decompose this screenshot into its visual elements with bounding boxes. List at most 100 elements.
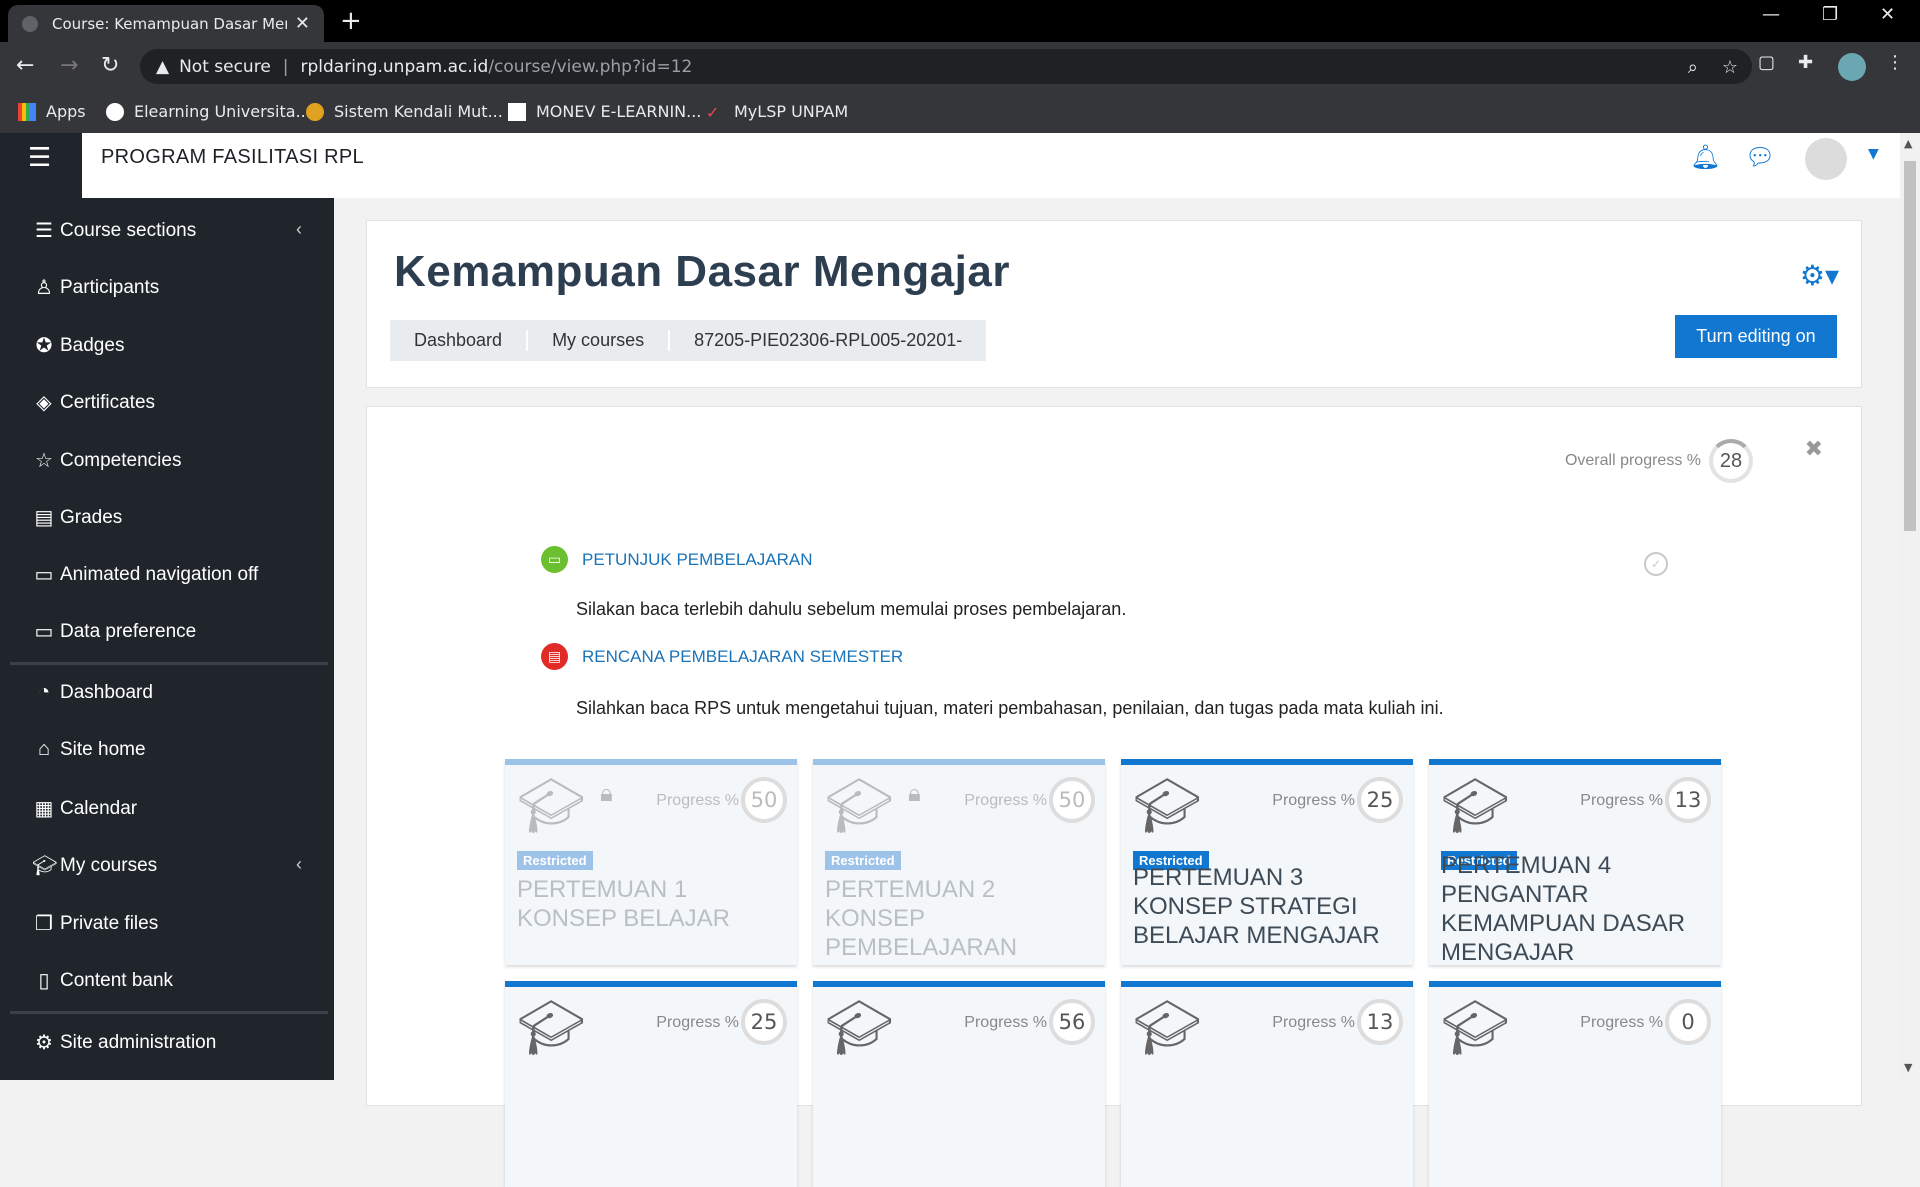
drawer-item-label: Site administration <box>60 1031 217 1053</box>
drawer-item-site-home[interactable]: ⌂ Site home <box>32 738 146 761</box>
extensions-icon[interactable]: ✚ <box>1798 52 1813 73</box>
drawer-item-label: Competencies <box>60 449 182 471</box>
chevron-down-icon[interactable]: ▼ <box>1868 146 1879 162</box>
activity-rps[interactable]: ▤ RENCANA PEMBELAJARAN SEMESTER <box>541 643 903 670</box>
turn-editing-on-button[interactable]: Turn editing on <box>1675 315 1837 358</box>
minimize-icon[interactable]: — <box>1762 4 1780 25</box>
chat-icon[interactable]: 💬︎ <box>1745 143 1775 171</box>
back-icon[interactable]: ← <box>16 53 34 78</box>
drawer-item-dashboard[interactable]: ◔ Dashboard <box>32 681 153 704</box>
bookmark-monev[interactable]: MONEV E-LEARNIN... <box>508 102 701 121</box>
user-avatar[interactable] <box>1805 138 1847 180</box>
activity-title[interactable]: RENCANA PEMBELAJARAN SEMESTER <box>582 647 903 667</box>
drawer-item-label: Site home <box>60 738 146 760</box>
breadcrumb-my-courses[interactable]: My courses <box>528 330 671 351</box>
mortarboard-icon: 🎓︎ <box>517 774 586 837</box>
drawer-item-label: Badges <box>60 334 125 356</box>
section-tile[interactable]: 🎓︎ 🔒︎ Progress % 50 Restricted PERTEMUAN… <box>813 759 1105 965</box>
progress-ring: 50 <box>741 777 787 823</box>
reload-icon[interactable]: ↻ <box>101 53 119 78</box>
drawer-divider <box>10 662 328 665</box>
drawer-item-data-preference[interactable]: ▭ Data preference <box>32 619 197 644</box>
drawer-item-site-administration[interactable]: ⚙ Site administration <box>32 1030 216 1055</box>
section-tile[interactable]: 🎓︎ Progress % 13 <box>1121 981 1413 1187</box>
drawer-item-my-courses[interactable]: 🎓︎ My courses <box>32 853 157 878</box>
section-tile[interactable]: 🎓︎ Progress % 0 <box>1429 981 1721 1187</box>
bell-icon[interactable]: 🔔︎ <box>1690 143 1720 171</box>
menu-icon[interactable]: ⋮ <box>1886 52 1904 73</box>
bookmark-star-icon[interactable]: ☆ <box>1722 57 1738 78</box>
book-icon: ▤ <box>34 507 54 529</box>
cast-icon[interactable]: ▢ <box>1758 52 1775 73</box>
drawer-item-label: Animated navigation off <box>60 563 259 585</box>
scroll-down-icon[interactable]: ▼ <box>1904 1061 1912 1074</box>
close-icon[interactable]: ✖ <box>1805 437 1823 462</box>
mortarboard-icon: 🎓︎ <box>1441 774 1510 837</box>
layers-icon: ◈ <box>36 392 52 414</box>
close-window-icon[interactable]: ✕ <box>1880 4 1895 25</box>
bookmark-label: Sistem Kendali Mut... <box>334 102 503 121</box>
apps-grid-icon <box>18 102 36 121</box>
section-tile[interactable]: 🎓︎ Progress % 56 <box>813 981 1105 1187</box>
mortarboard-icon: 🎓︎ <box>32 855 58 877</box>
chevron-left-icon[interactable]: ‹ <box>296 854 302 875</box>
scrollbar-thumb[interactable] <box>1904 161 1916 531</box>
lsp-logo-icon: ✓ <box>706 102 720 122</box>
site-brand[interactable]: PROGRAM FASILITASI RPL <box>101 146 364 169</box>
gear-icon[interactable]: ⚙▾ <box>1800 259 1839 292</box>
drawer-item-private-files[interactable]: ❐ Private files <box>32 911 158 936</box>
drawer-item-grades[interactable]: ▤ Grades <box>32 505 123 530</box>
drawer-item-label: Content bank <box>60 969 174 991</box>
progress-ring: 13 <box>1357 999 1403 1045</box>
drawer-item-content-bank[interactable]: ▯ Content bank <box>32 968 173 993</box>
hamburger-icon[interactable]: ☰ <box>28 143 51 173</box>
drawer-item-calendar[interactable]: ▦ Calendar <box>32 796 138 821</box>
activity-title[interactable]: PETUNJUK PEMBELAJARAN <box>582 550 813 570</box>
url-path: /course/view.php?id=12 <box>488 56 693 77</box>
section-tile[interactable]: 🎓︎ 🔒︎ Progress % 50 Restricted PERTEMUAN… <box>505 759 797 965</box>
drawer-item-label: Course sections <box>60 219 197 241</box>
completion-check-icon[interactable]: ✓ <box>1644 552 1668 576</box>
bookmark-apps[interactable]: Apps <box>18 102 86 121</box>
drawer-item-participants[interactable]: ♙ Participants <box>32 275 159 300</box>
zoom-icon[interactable]: ⌕ <box>1688 57 1698 78</box>
page-header: Kemampuan Dasar Mengajar ⚙▾ Dashboard My… <box>366 220 1862 388</box>
favicon-icon <box>22 15 38 32</box>
profile-avatar[interactable] <box>1838 53 1866 81</box>
bookmark-mylsp[interactable]: ✓ MyLSP UNPAM <box>706 102 848 122</box>
nav-drawer: ☰ Course sections ‹ ♙ Participants ✪ Badges… <box>0 198 334 1080</box>
tab-title: Course: Kemampuan Dasar Meng <box>52 14 287 33</box>
drawer-item-label: Grades <box>60 506 123 528</box>
section-tile[interactable]: 🎓︎ Progress % 25 Restricted PERTEMUAN 3 … <box>1121 759 1413 965</box>
browser-tab[interactable]: Course: Kemampuan Dasar Meng ✕ <box>8 5 324 42</box>
drawer-item-animated-navigation[interactable]: ▭ Animated navigation off <box>32 562 259 587</box>
drawer-item-competencies[interactable]: ☆ Competencies <box>32 448 181 473</box>
drawer-item-certificates[interactable]: ◈ Certificates <box>32 390 155 415</box>
bookmark-label: MONEV E-LEARNIN... <box>536 102 702 121</box>
breadcrumb-dashboard[interactable]: Dashboard <box>390 330 529 351</box>
forward-icon[interactable]: → <box>60 53 78 78</box>
drawer-item-label: Dashboard <box>60 681 153 703</box>
progress-label: Progress % <box>1580 1014 1663 1031</box>
breadcrumb-course[interactable]: 87205-PIE02306-RPL005-20201- <box>670 330 986 351</box>
sun-logo-icon <box>306 102 324 121</box>
close-tab-icon[interactable]: ✕ <box>295 13 310 34</box>
new-tab-icon[interactable]: + <box>340 6 362 36</box>
restore-icon[interactable]: ❐ <box>1822 4 1838 25</box>
activity-petunjuk[interactable]: ▭ PETUNJUK PEMBELAJARAN <box>541 546 813 573</box>
mortarboard-icon: 🎓︎ <box>1133 774 1202 837</box>
scroll-up-icon[interactable]: ▲ <box>1904 137 1912 150</box>
progress-label: Progress % <box>1272 792 1355 809</box>
drawer-item-badges[interactable]: ✪ Badges <box>32 333 125 358</box>
drawer-item-label: Certificates <box>60 391 156 413</box>
section-tile[interactable]: 🎓︎ Progress % 13 Restricted PERTEMUAN 4 … <box>1429 759 1721 965</box>
bookmark-sistem[interactable]: Sistem Kendali Mut... <box>306 102 503 121</box>
mortarboard-icon: 🎓︎ <box>1133 996 1202 1059</box>
drawer-item-course-sections[interactable]: ☰ Course sections <box>32 218 196 243</box>
chevron-left-icon[interactable]: ‹ <box>296 219 302 240</box>
tab-strip: Course: Kemampuan Dasar Meng ✕ + — ❐ ✕ <box>0 0 1920 42</box>
section-tile[interactable]: 🎓︎ Progress % 25 <box>505 981 797 1187</box>
bookmark-elearning[interactable]: Elearning Universita... <box>106 102 311 121</box>
page-scrollbar[interactable]: ▲ ▼ <box>1900 133 1920 1080</box>
address-bar[interactable]: ▲ Not secure | rpldaring.unpam.ac.id/cou… <box>140 49 1752 84</box>
